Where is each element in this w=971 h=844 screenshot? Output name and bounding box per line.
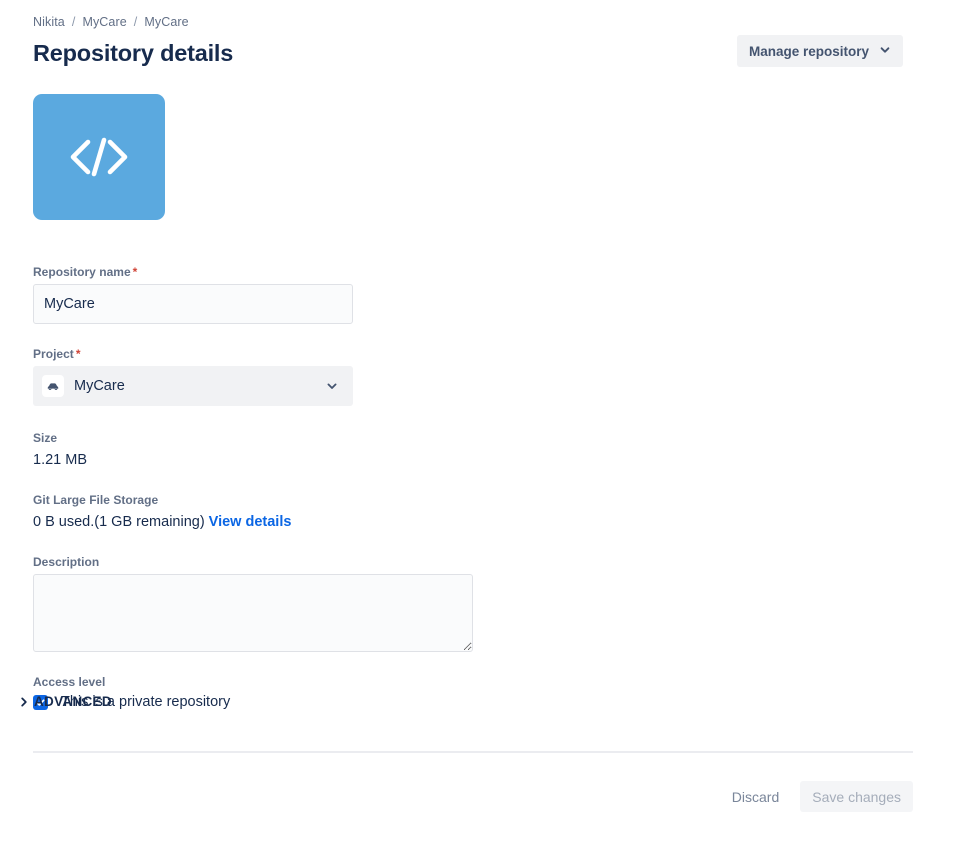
- git-lfs-label: Git Large File Storage: [33, 493, 159, 507]
- size-label: Size: [33, 431, 58, 445]
- project-select-value: MyCare: [74, 378, 125, 394]
- git-lfs-usage: 0 B used.(1 GB remaining) View details: [33, 512, 913, 532]
- repository-name-label-text: Repository name: [33, 265, 131, 279]
- repository-avatar[interactable]: [33, 94, 165, 220]
- footer-divider: [33, 751, 913, 753]
- field-project: Project * MyCare: [33, 346, 913, 406]
- save-changes-button[interactable]: Save changes: [800, 781, 913, 812]
- breadcrumb: Nikita / MyCare / MyCare: [33, 14, 913, 30]
- required-asterisk: *: [75, 347, 81, 361]
- field-description: Description: [33, 554, 913, 652]
- project-label: Project *: [33, 346, 913, 362]
- form-actions: Discard Save changes: [721, 781, 913, 812]
- size-value: 1.21 MB: [33, 452, 87, 468]
- field-repository-name: Repository name *: [33, 264, 913, 324]
- view-details-link[interactable]: View details: [205, 514, 292, 530]
- breadcrumb-item-repository[interactable]: MyCare: [144, 15, 188, 29]
- discard-button[interactable]: Discard: [721, 781, 790, 812]
- project-select[interactable]: MyCare: [33, 366, 353, 406]
- repository-details-page: Nikita / MyCare / MyCare Repository details …: [0, 0, 971, 844]
- description-label: Description: [33, 555, 100, 569]
- manage-repository-button[interactable]: Manage repository: [737, 35, 904, 67]
- field-access-level: Access level This is a private repositor…: [33, 674, 913, 710]
- advanced-section-label: ADVANCED: [34, 694, 112, 709]
- advanced-section-toggle[interactable]: ADVANCED: [17, 694, 112, 709]
- breadcrumb-separator: /: [133, 15, 138, 29]
- project-avatar: [42, 375, 64, 397]
- repository-name-label: Repository name *: [33, 264, 913, 280]
- description-textarea[interactable]: [33, 574, 473, 652]
- chevron-down-icon: [325, 379, 339, 393]
- breadcrumb-item-project[interactable]: MyCare: [82, 15, 126, 29]
- breadcrumb-item-workspace[interactable]: Nikita: [33, 15, 65, 29]
- field-git-lfs: Git Large File Storage 0 B used.(1 GB re…: [33, 492, 913, 532]
- required-asterisk: *: [132, 265, 138, 279]
- manage-repository-label: Manage repository: [749, 43, 870, 59]
- chevron-down-icon: [879, 44, 891, 56]
- repository-name-input[interactable]: [33, 284, 353, 324]
- chevron-right-icon: [17, 695, 31, 709]
- repository-details-form: Repository name* Project*: [33, 264, 913, 710]
- project-label-text: Project: [33, 347, 74, 361]
- git-lfs-usage-text: 0 B used.(1 GB remaining): [33, 514, 205, 530]
- field-size: Size 1.21 MB: [33, 430, 913, 470]
- code-brackets-icon: [66, 135, 132, 179]
- car-icon: [46, 379, 60, 393]
- breadcrumb-separator: /: [71, 15, 76, 29]
- access-level-label: Access level: [33, 675, 106, 689]
